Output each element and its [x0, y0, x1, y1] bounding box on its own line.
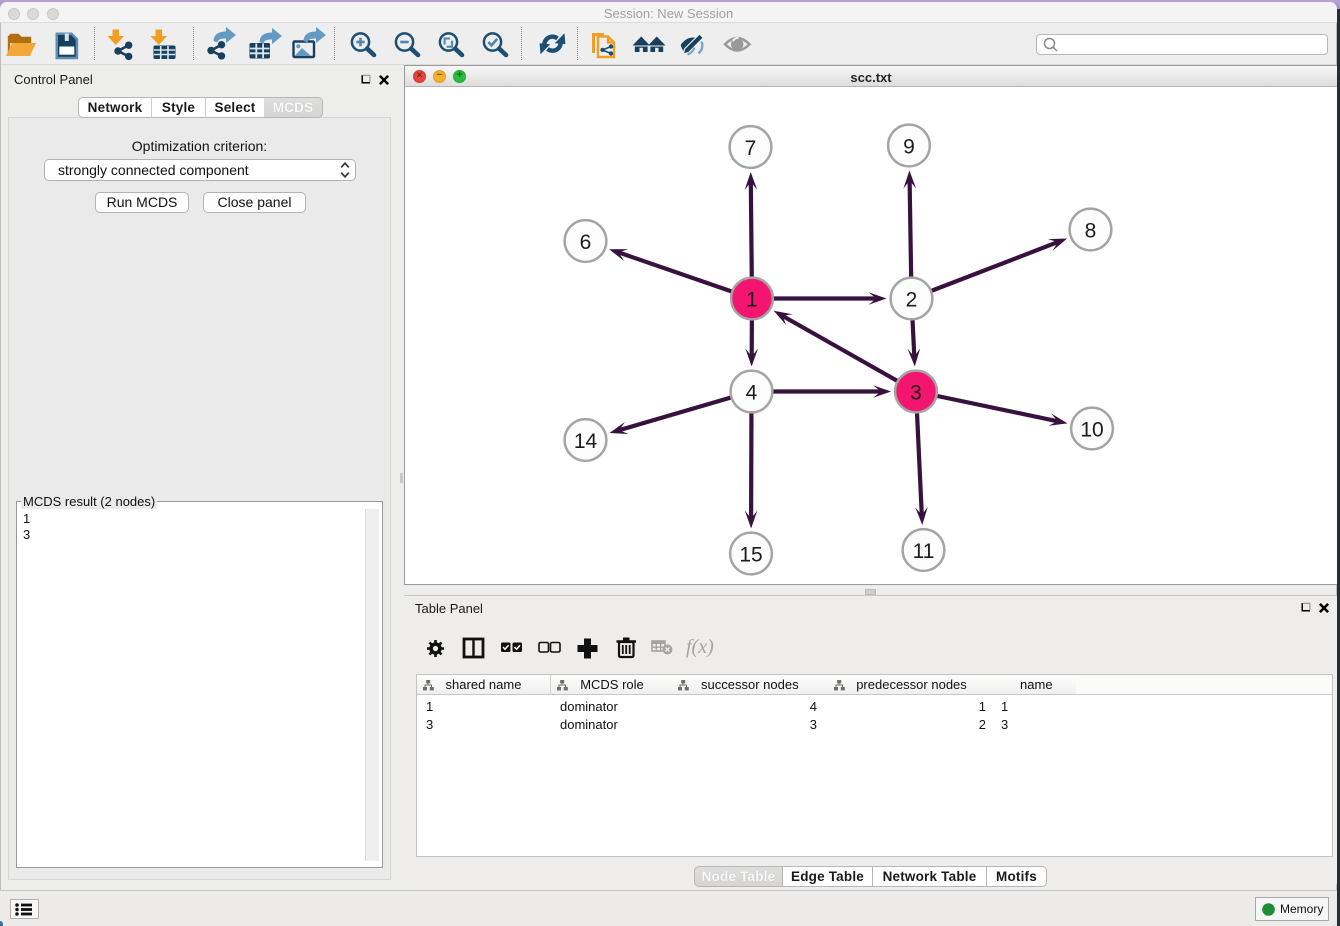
- svg-text:4: 4: [746, 381, 758, 404]
- svg-text:6: 6: [580, 231, 592, 254]
- svg-text:10: 10: [1080, 418, 1103, 441]
- svg-text:1: 1: [746, 288, 758, 311]
- svg-text:9: 9: [903, 135, 915, 158]
- svg-text:14: 14: [574, 430, 598, 453]
- svg-text:3: 3: [910, 381, 922, 404]
- svg-text:7: 7: [745, 137, 757, 160]
- svg-text:8: 8: [1085, 219, 1097, 242]
- svg-text:f(x): f(x): [686, 636, 714, 658]
- svg-text:15: 15: [739, 543, 762, 566]
- svg-text:11: 11: [913, 540, 935, 563]
- svg-text:2: 2: [906, 288, 918, 311]
